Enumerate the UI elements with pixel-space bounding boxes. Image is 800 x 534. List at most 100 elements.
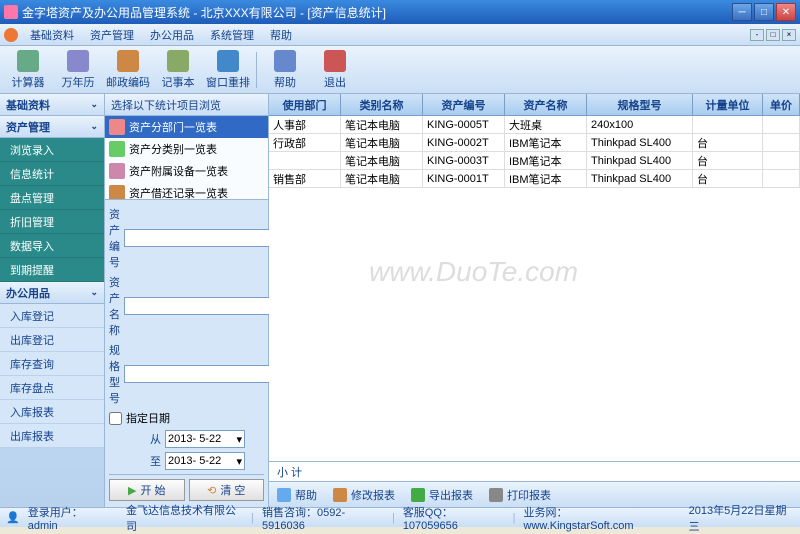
date-checkbox[interactable] <box>109 412 122 425</box>
table-row[interactable]: 销售部笔记本电脑KING-0001TIBM笔记本Thinkpad SL400台 <box>269 170 800 188</box>
tool-label: 帮助 <box>274 74 296 90</box>
print-icon <box>489 488 503 502</box>
tool-label: 万年历 <box>62 74 95 90</box>
sidebar-item[interactable]: 折旧管理 <box>0 210 104 234</box>
tree-item-label: 资产借还记录一览表 <box>129 185 228 199</box>
note-tool-button[interactable]: 记事本 <box>154 49 202 91</box>
table-cell: KING-0003T <box>423 152 505 169</box>
menu-item[interactable]: 资产管理 <box>82 25 142 45</box>
table-row[interactable]: 行政部笔记本电脑KING-0002TIBM笔记本Thinkpad SL400台 <box>269 134 800 152</box>
mdi-restore-button[interactable]: □ <box>766 29 780 41</box>
grid-column-header[interactable]: 使用部门 <box>269 94 341 115</box>
date-from-input[interactable]: 2013- 5-22▾ <box>165 430 245 448</box>
sidebar-item[interactable]: 入库报表 <box>0 400 104 424</box>
filter-name-input[interactable] <box>124 297 272 315</box>
status-user-icon: 👤 <box>6 511 20 524</box>
sidebar-item[interactable]: 库存盘点 <box>0 376 104 400</box>
modify-action-button[interactable]: 修改报表 <box>333 487 395 503</box>
exit-tool-button[interactable]: 退出 <box>311 49 359 91</box>
table-cell: KING-0002T <box>423 134 505 151</box>
start-button[interactable]: ▶开 始 <box>109 479 185 501</box>
table-row[interactable]: 笔记本电脑KING-0003TIBM笔记本Thinkpad SL400台 <box>269 152 800 170</box>
grid-column-header[interactable]: 单价 <box>763 94 800 115</box>
filter-code-input[interactable] <box>124 229 272 247</box>
help-tool-button[interactable]: 帮助 <box>261 49 309 91</box>
grid-column-header[interactable]: 资产名称 <box>505 94 587 115</box>
menu-item[interactable]: 办公用品 <box>142 25 202 45</box>
table-row[interactable]: 人事部笔记本电脑KING-0005T大班桌240x100 <box>269 116 800 134</box>
status-site: 业务网：www.KingstarSoft.com <box>524 504 673 532</box>
grid-column-header[interactable]: 计量单位 <box>693 94 763 115</box>
tree-item[interactable]: 资产分部门一览表 <box>105 116 268 138</box>
export-action-button[interactable]: 导出报表 <box>411 487 473 503</box>
sidebar-item[interactable]: 出库报表 <box>0 424 104 448</box>
sidebar-item[interactable]: 到期提醒 <box>0 258 104 282</box>
action-label: 修改报表 <box>351 487 395 503</box>
table-cell: Thinkpad SL400 <box>587 152 693 169</box>
table-cell: IBM笔记本 <box>505 134 587 151</box>
action-label: 打印报表 <box>507 487 551 503</box>
sidebar-item[interactable]: 数据导入 <box>0 234 104 258</box>
menu-item[interactable]: 基础资料 <box>22 25 82 45</box>
date-checkbox-label: 指定日期 <box>126 410 170 426</box>
mdi-minimize-button[interactable]: - <box>750 29 764 41</box>
tool-label: 记事本 <box>162 74 195 90</box>
tool-label: 邮政编码 <box>106 74 150 90</box>
chevron-icon: ⌄ <box>90 121 98 132</box>
tree-item-icon <box>109 119 125 135</box>
grid-column-header[interactable]: 资产编号 <box>423 94 505 115</box>
post-tool-button[interactable]: 邮政编码 <box>104 49 152 91</box>
grid-column-header[interactable]: 规格型号 <box>587 94 693 115</box>
window-title: 金字塔资产及办公用品管理系统 - 北京XXX有限公司 - [资产信息统计] <box>22 4 732 21</box>
sidebar-item[interactable]: 入库登记 <box>0 304 104 328</box>
chevron-icon: ⌄ <box>90 99 98 110</box>
print-action-button[interactable]: 打印报表 <box>489 487 551 503</box>
table-cell: KING-0005T <box>423 116 505 133</box>
window-controls: ─ □ ✕ <box>732 3 796 21</box>
maximize-button[interactable]: □ <box>754 3 774 21</box>
date-to-input[interactable]: 2013- 5-22▾ <box>165 452 245 470</box>
status-tel: 销售咨询：0592-5916036 <box>262 504 384 532</box>
clear-button[interactable]: ⟲清 空 <box>189 479 265 501</box>
tree-item-icon <box>109 185 125 199</box>
table-cell: 销售部 <box>269 170 341 187</box>
tree-item[interactable]: 资产借还记录一览表 <box>105 182 268 199</box>
grid-body[interactable]: www.DuoTe.com 人事部笔记本电脑KING-0005T大班桌240x1… <box>269 116 800 461</box>
grid-footer-subtotal: 小 计 <box>269 461 800 481</box>
tool-label: 窗口重排 <box>206 74 250 90</box>
calc-tool-button[interactable]: 计算器 <box>4 49 52 91</box>
tree-item[interactable]: 资产分类别一览表 <box>105 138 268 160</box>
filter-code-label: 资产编号 <box>109 206 120 270</box>
minimize-button[interactable]: ─ <box>732 3 752 21</box>
tool-label: 计算器 <box>12 74 45 90</box>
filter-model-label: 规格型号 <box>109 342 120 406</box>
table-cell <box>693 116 763 133</box>
sidebar-item[interactable]: 浏览录入 <box>0 138 104 162</box>
cal-tool-button[interactable]: 万年历 <box>54 49 102 91</box>
tree-item[interactable]: 资产附属设备一览表 <box>105 160 268 182</box>
sidebar-item[interactable]: 出库登记 <box>0 328 104 352</box>
tree-item-label: 资产分类别一览表 <box>129 141 217 157</box>
menu-item[interactable]: 系统管理 <box>202 25 262 45</box>
grid-column-header[interactable]: 类别名称 <box>341 94 423 115</box>
close-button[interactable]: ✕ <box>776 3 796 21</box>
statusbar: 👤 登录用户：admin 金飞达信息技术有限公司 | 销售咨询：0592-591… <box>0 507 800 527</box>
table-cell: 台 <box>693 134 763 151</box>
main-area: 基础资料⌄资产管理⌄浏览录入信息统计盘点管理折旧管理数据导入到期提醒办公用品⌄入… <box>0 94 800 507</box>
mdi-close-button[interactable]: × <box>782 29 796 41</box>
modify-icon <box>333 488 347 502</box>
help-action-button[interactable]: 帮助 <box>277 487 317 503</box>
menu-item[interactable]: 帮助 <box>262 25 300 45</box>
sidebar-item[interactable]: 信息统计 <box>0 162 104 186</box>
sidebar-group-header[interactable]: 资产管理⌄ <box>0 116 104 138</box>
sidebar-group-header[interactable]: 办公用品⌄ <box>0 282 104 304</box>
sidebar-item[interactable]: 盘点管理 <box>0 186 104 210</box>
grid-panel: 使用部门类别名称资产编号资产名称规格型号计量单位单价 www.DuoTe.com… <box>269 94 800 507</box>
grid-header: 使用部门类别名称资产编号资产名称规格型号计量单位单价 <box>269 94 800 116</box>
sidebar-group-header[interactable]: 基础资料⌄ <box>0 94 104 116</box>
action-label: 导出报表 <box>429 487 473 503</box>
calc-icon <box>17 50 39 72</box>
cascade-tool-button[interactable]: 窗口重排 <box>204 49 252 91</box>
filter-model-input[interactable] <box>124 365 272 383</box>
sidebar-item[interactable]: 库存查询 <box>0 352 104 376</box>
